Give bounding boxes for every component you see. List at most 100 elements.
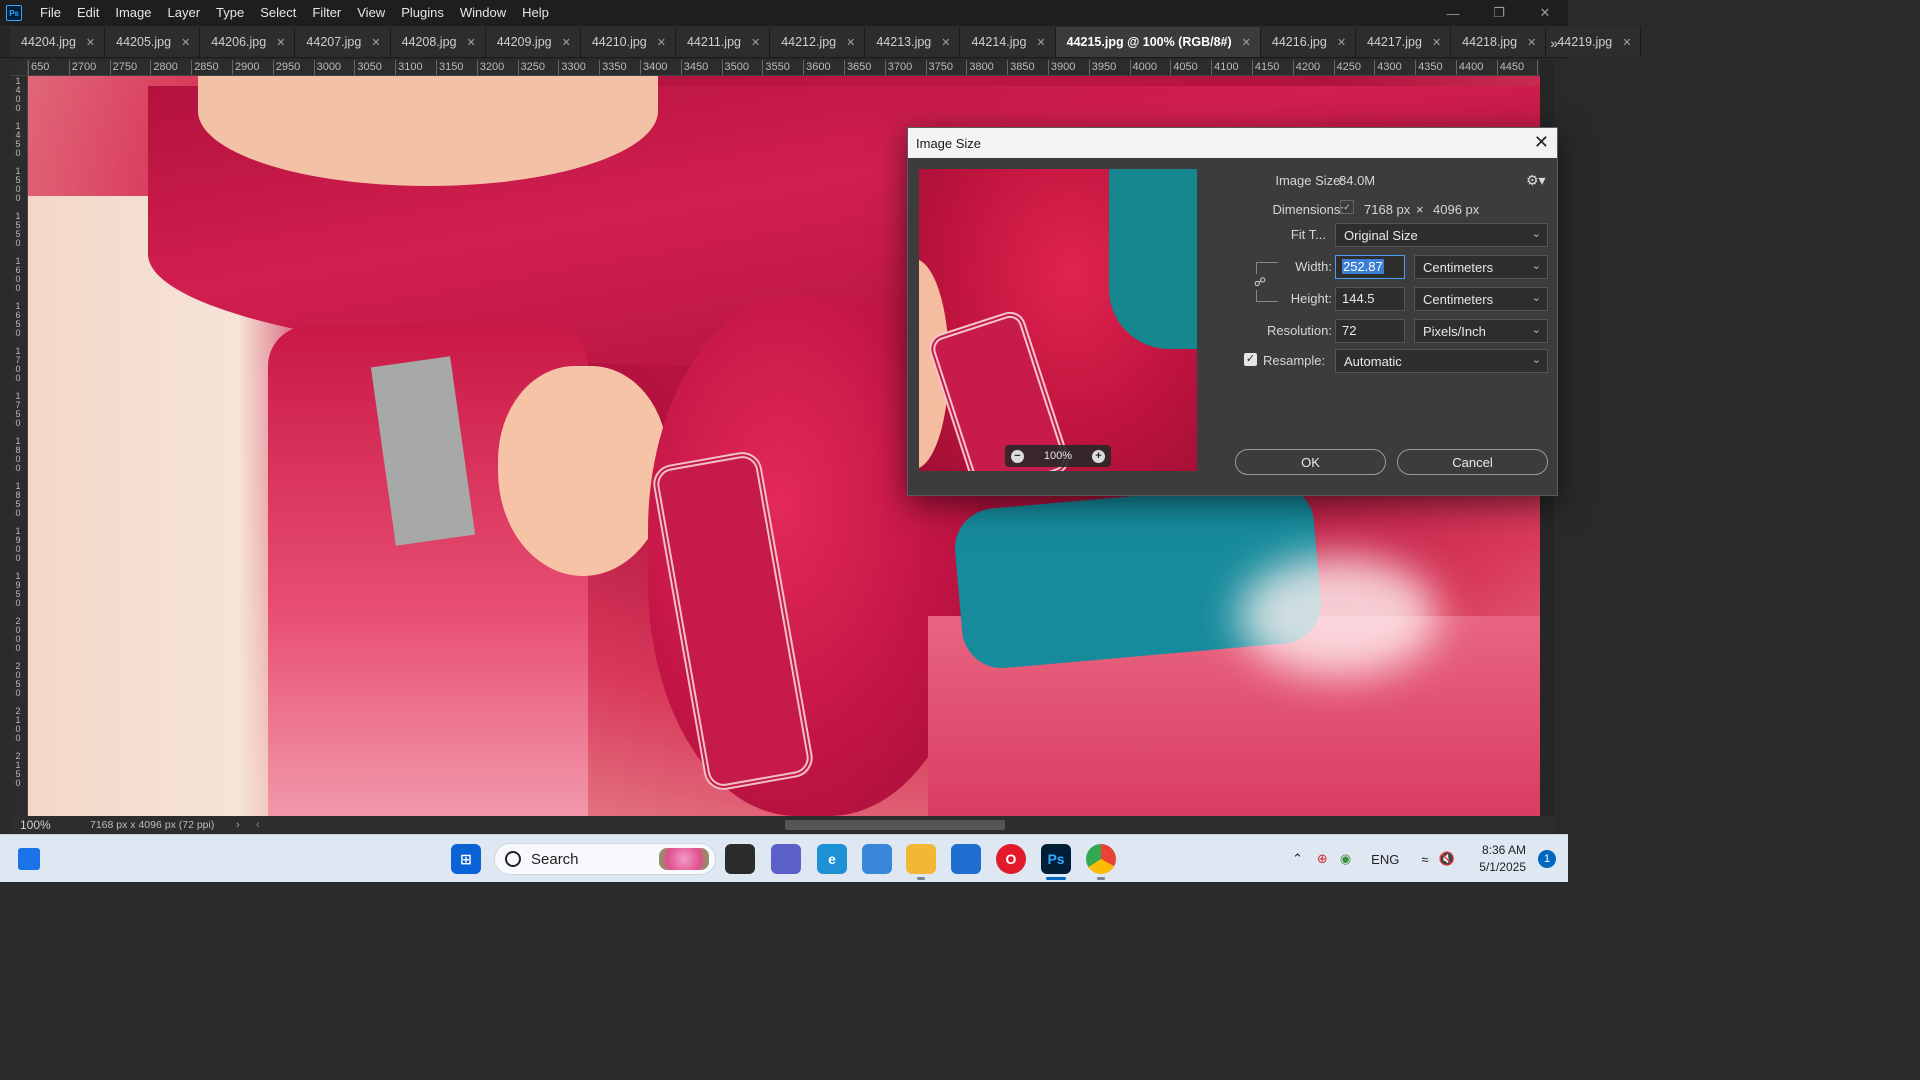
close-tab-icon[interactable]: ✕ [846, 36, 855, 49]
gear-icon[interactable]: ⚙▾ [1526, 172, 1546, 189]
minimize-icon[interactable]: — [1430, 0, 1476, 26]
doc-tab[interactable]: 44205.jpg ✕ [105, 27, 201, 57]
close-tab-icon[interactable]: ✕ [562, 36, 571, 49]
teams-icon[interactable] [771, 844, 801, 874]
chevron-down-icon[interactable]: ✓ [1340, 200, 1354, 214]
tab-overflow-icon[interactable]: » [1550, 28, 1558, 58]
photoshop-logo-icon[interactable]: Ps [6, 5, 22, 21]
ruler-tick-label: 4400 [1455, 60, 1497, 75]
fit-to-select[interactable]: Original Size ⌄ [1335, 223, 1548, 247]
menu-plugins[interactable]: Plugins [393, 0, 452, 26]
menu-image[interactable]: Image [107, 0, 159, 26]
close-icon[interactable]: ✕ [1534, 132, 1549, 152]
file-explorer-icon[interactable] [906, 844, 936, 874]
menu-filter[interactable]: Filter [304, 0, 349, 26]
close-tab-icon[interactable]: ✕ [1337, 36, 1346, 49]
close-tab-icon[interactable]: ✕ [941, 36, 950, 49]
photoshop-taskbar-icon[interactable]: Ps [1041, 844, 1071, 874]
doc-tab[interactable]: 44207.jpg ✕ [295, 27, 391, 57]
chrome-icon[interactable] [1086, 844, 1116, 874]
menu-layer[interactable]: Layer [160, 0, 209, 26]
ruler-tick-label: 4050 [1170, 60, 1211, 75]
close-tab-icon[interactable]: ✕ [1622, 36, 1631, 49]
vertical-ruler[interactable]: 1400 1450 1500 1550 1600 1650 1700 1750 … [10, 76, 28, 816]
ok-button[interactable]: OK [1235, 449, 1386, 475]
image-preview[interactable]: − 100% + [919, 169, 1197, 471]
cancel-button[interactable]: Cancel [1397, 449, 1548, 475]
close-tab-icon[interactable]: ✕ [86, 36, 95, 49]
taskbar-clock[interactable]: 8:36 AM 5/1/2025 [1479, 842, 1526, 876]
menu-view[interactable]: View [349, 0, 393, 26]
doc-tab[interactable]: 44218.jpg ✕ [1451, 27, 1547, 57]
opera-icon[interactable]: O [996, 844, 1026, 874]
doc-tab-active[interactable]: 44215.jpg @ 100% (RGB/8#) ✕ [1055, 27, 1261, 57]
close-tab-icon[interactable]: ✕ [1036, 36, 1045, 49]
menu-type[interactable]: Type [208, 0, 252, 26]
start-icon[interactable]: ⊞ [451, 844, 481, 874]
restore-icon[interactable]: ❐ [1476, 0, 1522, 26]
doc-tab[interactable]: 44219.jpg ✕ [1546, 27, 1642, 57]
zoom-out-icon[interactable]: − [1011, 449, 1024, 463]
doc-tab[interactable]: 44206.jpg ✕ [200, 27, 296, 57]
close-tab-icon[interactable]: ✕ [276, 36, 285, 49]
height-field[interactable]: 144.5 [1335, 287, 1405, 311]
close-tab-icon[interactable]: ✕ [181, 36, 190, 49]
edge-icon[interactable]: e [817, 844, 847, 874]
zoom-in-icon[interactable]: + [1091, 449, 1105, 463]
resample-checkbox[interactable]: ✓ [1244, 353, 1257, 366]
close-tab-icon[interactable]: ✕ [751, 36, 760, 49]
task-view-icon[interactable] [725, 844, 755, 874]
doc-tab[interactable]: 44214.jpg ✕ [960, 27, 1056, 57]
close-tab-icon[interactable]: ✕ [1242, 36, 1251, 49]
width-unit-select[interactable]: Centimeters ⌄ [1414, 255, 1548, 279]
status-zoom[interactable]: 100% [10, 818, 70, 832]
resample-select[interactable]: Automatic ⌄ [1335, 349, 1548, 373]
menu-help[interactable]: Help [514, 0, 557, 26]
close-window-icon[interactable]: ✕ [1522, 0, 1568, 26]
link-chain-icon[interactable]: ☍ [1253, 274, 1267, 290]
close-tab-icon[interactable]: ✕ [657, 36, 666, 49]
ruler-corner[interactable] [10, 60, 28, 76]
wifi-icon[interactable]: ≈ [1421, 852, 1428, 867]
status-chevron-icon[interactable]: › [236, 819, 240, 831]
snipping-tool-icon[interactable] [862, 844, 892, 874]
doc-tab[interactable]: 44217.jpg ✕ [1356, 27, 1452, 57]
menu-window[interactable]: Window [452, 0, 514, 26]
height-unit-select[interactable]: Centimeters ⌄ [1414, 287, 1548, 311]
resolution-field[interactable]: 72 [1335, 319, 1405, 343]
doc-tab[interactable]: 44211.jpg ✕ [675, 27, 771, 57]
close-tab-icon[interactable]: ✕ [466, 36, 475, 49]
doc-tab[interactable]: 44213.jpg ✕ [865, 27, 961, 57]
dialog-titlebar[interactable]: Image Size ✕ [908, 128, 1557, 158]
close-tab-icon[interactable]: ✕ [1527, 36, 1536, 49]
language-indicator[interactable]: ENG [1371, 852, 1399, 867]
horizontal-ruler[interactable]: 650 2700 2750 2800 2850 2900 2950 3000 3050 3100 3… [28, 60, 1540, 76]
horizontal-scrollbar[interactable] [270, 820, 1540, 830]
scroll-left-icon[interactable]: ‹ [256, 819, 260, 831]
dimensions-times: × [1416, 202, 1424, 217]
notification-badge[interactable]: 1 [1538, 850, 1556, 868]
horizontal-scroll-thumb[interactable] [785, 820, 1005, 830]
doc-tab[interactable]: 44210.jpg ✕ [580, 27, 676, 57]
close-tab-icon[interactable]: ✕ [371, 36, 380, 49]
doc-tab[interactable]: 44204.jpg ✕ [10, 27, 106, 57]
width-field[interactable]: 252.87 [1335, 255, 1405, 279]
close-tab-icon[interactable]: ✕ [1432, 36, 1441, 49]
widgets-icon[interactable] [18, 848, 40, 870]
doc-tab[interactable]: 44209.jpg ✕ [485, 27, 581, 57]
volume-muted-icon[interactable]: 🔇 [1438, 851, 1454, 867]
status-doc-info[interactable]: 7168 px x 4096 px (72 ppi) [70, 819, 230, 831]
doc-tab[interactable]: 44212.jpg ✕ [770, 27, 866, 57]
resolution-unit-select[interactable]: Pixels/Inch ⌄ [1414, 319, 1548, 343]
menu-file[interactable]: File [32, 0, 69, 26]
network-globe-icon[interactable]: ◉ [1340, 851, 1351, 867]
doc-tab[interactable]: 44216.jpg ✕ [1260, 27, 1357, 57]
chevron-up-icon[interactable]: ⌃ [1292, 851, 1303, 867]
menu-edit[interactable]: Edit [69, 0, 107, 26]
doc-tab[interactable]: 44208.jpg ✕ [390, 27, 486, 57]
microsoft-store-icon[interactable] [951, 844, 981, 874]
menu-select[interactable]: Select [252, 0, 304, 26]
taskbar-search[interactable]: Search [494, 843, 716, 875]
vpn-icon[interactable]: ⊕ [1317, 851, 1328, 867]
ruler-tick-label: 3200 [476, 60, 518, 75]
